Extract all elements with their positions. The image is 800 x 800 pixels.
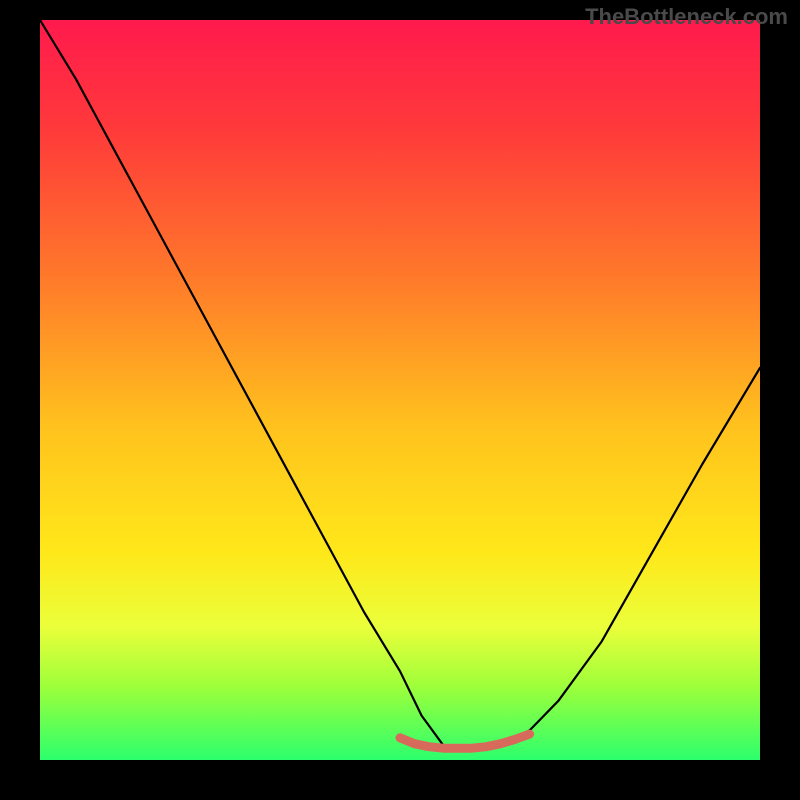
chart-overlay (40, 20, 760, 760)
chart-frame: TheBottleneck.com (0, 0, 800, 800)
bottleneck-curve-path (40, 20, 760, 745)
watermark-text: TheBottleneck.com (585, 4, 788, 30)
valley-marker-path (400, 734, 530, 748)
